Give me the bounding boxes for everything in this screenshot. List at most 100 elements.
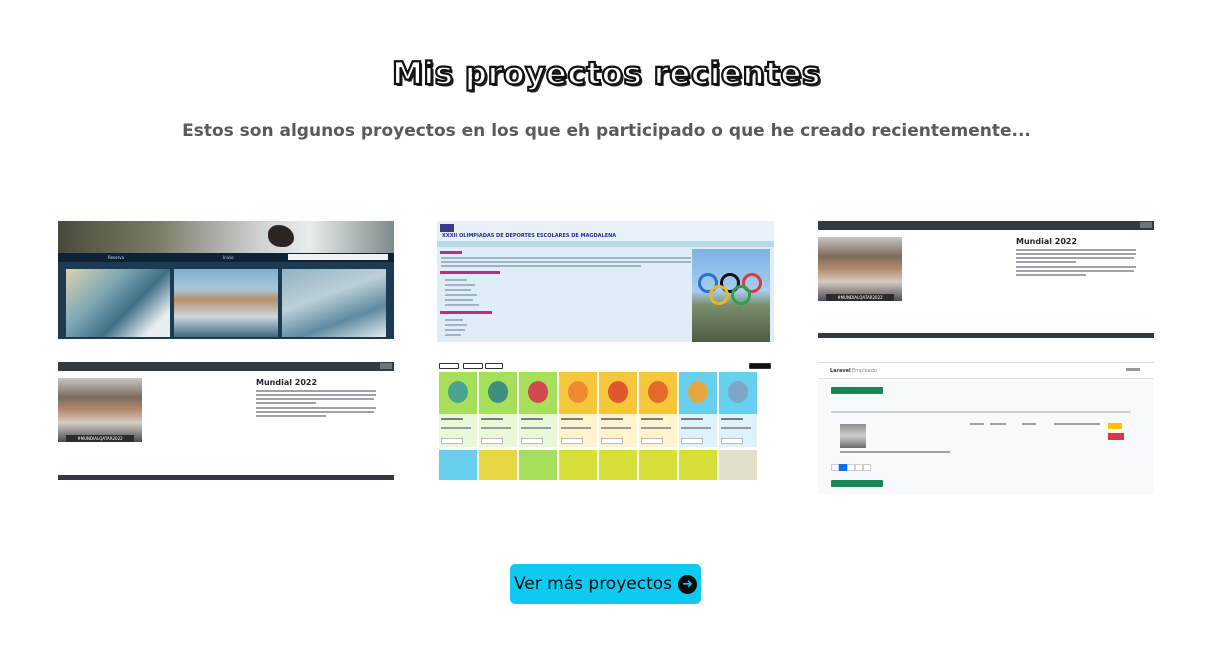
mundial-text-line <box>1016 249 1136 251</box>
olympics-header: XXXII OLIMPIADAS DE DEPORTES ESCOLARES D… <box>437 221 774 241</box>
pokemon-card <box>479 372 517 447</box>
pokemon-card <box>639 372 677 447</box>
project-thumbnail-laravel[interactable]: Laravel Empleado <box>818 362 1154 494</box>
surf-nav-item: Reserva <box>108 255 125 260</box>
pokemon-card <box>519 372 557 447</box>
laravel-add-button <box>831 480 883 487</box>
laravel-navbar: Laravel Empleado <box>818 363 1154 379</box>
pokemon-filter-button <box>485 363 503 369</box>
mundial-photo: #MUNDIALQATAR2022 <box>818 237 902 301</box>
pokemon-card <box>479 450 517 480</box>
mundial-text-line <box>1016 253 1136 255</box>
pokemon-card <box>679 372 717 447</box>
olympics-list-line <box>445 304 479 306</box>
laravel-add-button <box>831 387 883 394</box>
surf-photo <box>174 269 278 337</box>
olympics-heading: XXXII OLIMPIADAS DE DEPORTES ESCOLARES D… <box>442 233 617 239</box>
laravel-page-link <box>847 464 855 471</box>
pokemon-card <box>599 372 637 447</box>
laravel-cell <box>970 423 984 425</box>
mundial-footer <box>818 333 1154 338</box>
project-thumbnail-olympics[interactable]: XXXII OLIMPIADAS DE DEPORTES ESCOLARES D… <box>437 221 774 342</box>
olympics-text-line <box>441 265 641 267</box>
olympics-list-line <box>445 329 465 331</box>
project-thumbnail-mundial-alt[interactable]: #MUNDIALQATAR2022 Mundial 2022 <box>58 362 394 480</box>
surf-photo <box>282 269 386 337</box>
laravel-brand: Laravel <box>830 368 851 374</box>
olympic-ring-icon <box>709 285 729 305</box>
pokemon-card <box>439 372 477 447</box>
mundial-text-line <box>256 407 376 409</box>
mundial-text-line <box>1016 261 1076 263</box>
pokemon-reset-button <box>749 363 771 369</box>
laravel-table-header <box>831 411 1131 413</box>
mundial-text-line <box>1016 270 1134 272</box>
olympics-list-line <box>445 294 477 296</box>
mundial-text-line <box>1016 266 1136 268</box>
olympics-list-line <box>445 299 473 301</box>
page-subtitle: Estos son algunos proyectos en los que e… <box>182 121 1031 141</box>
mundial-text-line <box>256 411 374 413</box>
olympics-section-title <box>440 251 462 254</box>
olympics-list-line <box>445 319 463 321</box>
mundial-photo-caption: #MUNDIALQATAR2022 <box>66 435 134 442</box>
mundial-text-line <box>1016 257 1134 259</box>
mundial-photo: #MUNDIALQATAR2022 <box>58 378 142 442</box>
olympics-list-line <box>445 284 475 286</box>
laravel-edit-button <box>1108 423 1122 429</box>
mundial-nav-button <box>380 363 392 369</box>
mundial-photo-caption: #MUNDIALQATAR2022 <box>826 294 894 301</box>
olympics-section-title <box>440 271 500 274</box>
pokemon-filter-button <box>439 363 459 369</box>
mundial-navbar <box>818 221 1154 230</box>
mundial-nav-button <box>1140 222 1152 228</box>
mundial-heading: Mundial 2022 <box>256 378 318 387</box>
surf-photo <box>66 269 170 337</box>
page-title: Mis proyectos recientes <box>391 55 821 93</box>
pokemon-card <box>639 450 677 480</box>
surf-banner-image <box>58 221 394 253</box>
olympics-section-title <box>440 311 492 314</box>
olympics-list-line <box>445 334 461 336</box>
mundial-text-line <box>1016 274 1086 276</box>
see-more-projects-label: Ver más proyectos <box>514 574 672 594</box>
laravel-nav-item: Empleado <box>852 368 877 374</box>
pokemon-card <box>719 372 757 447</box>
see-more-projects-button[interactable]: Ver más proyectos ➜ <box>510 564 701 604</box>
laravel-cell <box>1022 423 1036 425</box>
pokemon-card <box>719 450 757 480</box>
project-thumbnail-pokemon[interactable] <box>437 362 774 483</box>
laravel-cell <box>990 423 1006 425</box>
mundial-heading: Mundial 2022 <box>1016 237 1078 246</box>
mundial-navbar <box>58 362 394 371</box>
laravel-employee-photo <box>840 424 866 448</box>
pokemon-card <box>679 450 717 480</box>
mundial-text-line <box>256 390 376 392</box>
laravel-delete-button <box>1108 433 1124 440</box>
laravel-page-link <box>831 464 839 471</box>
laravel-photo-path <box>840 451 950 453</box>
pokemon-card <box>559 372 597 447</box>
arrow-right-circle-icon: ➜ <box>678 574 697 594</box>
pokemon-card <box>599 450 637 480</box>
project-thumbnail-mundial[interactable]: #MUNDIALQATAR2022 Mundial 2022 <box>818 221 1154 338</box>
mundial-footer <box>58 475 394 480</box>
pokemon-filter-button <box>463 363 483 369</box>
mundial-text-line <box>256 402 316 404</box>
laravel-page-link <box>863 464 871 471</box>
project-thumbnail-surf[interactable]: Reserva Inicio <box>58 221 394 339</box>
mundial-text-line <box>256 415 326 417</box>
laravel-user-menu <box>1126 368 1140 371</box>
pokemon-card <box>519 450 557 480</box>
surf-search-box <box>288 254 388 260</box>
olympic-ring-icon <box>731 285 751 305</box>
olympics-nav-bar <box>437 241 774 247</box>
laravel-cell <box>1054 423 1100 425</box>
olympics-text-line <box>441 257 691 259</box>
olympics-list-line <box>445 279 467 281</box>
surf-nav-item: Inicio <box>223 255 234 260</box>
mundial-text-line <box>256 394 376 396</box>
olympics-text-line <box>441 261 691 263</box>
laravel-page-link-active <box>839 464 847 471</box>
laravel-page-link <box>855 464 863 471</box>
